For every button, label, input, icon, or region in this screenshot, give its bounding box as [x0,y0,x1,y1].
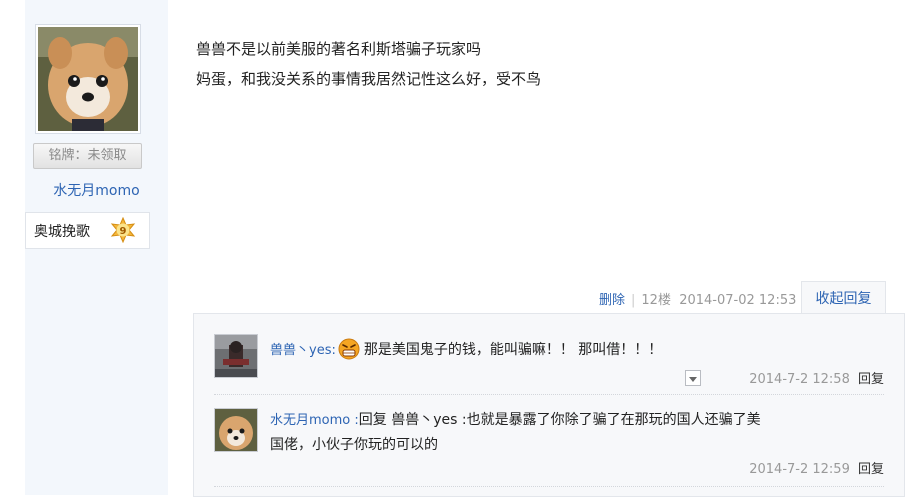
reply-time: 2014-7-2 12:58 [749,372,850,387]
delete-link[interactable]: 删除 [599,293,625,308]
reply-divider [214,394,884,395]
chevron-down-icon[interactable] [685,370,701,386]
level-title: 奥城挽歌 [34,224,90,240]
post-line: 兽兽不是以前美服的著名利斯塔骗子玩家吗 [196,40,482,58]
level-number: 9 [120,226,127,237]
floor-number: 12楼 [641,293,671,308]
avatar[interactable] [35,24,141,134]
reply-divider [214,486,884,487]
angry-face-icon [338,338,360,360]
reply-button[interactable]: 回复 [858,372,884,387]
avatar-image [38,27,138,131]
reply-separator: : [350,413,359,428]
post-line: 妈蛋，和我没关系的事情我居然记性这么好，受不鸟 [196,70,542,88]
reply-text: 那是美国鬼子的钱，能叫骗嘛！！ 那叫借！！！ [363,342,663,358]
reply-meta: 2014-7-2 12:58 回复 [749,368,884,387]
reply-username[interactable]: 水无月momo [270,413,350,428]
collapse-replies-button[interactable]: 收起回复 [801,281,886,314]
reply-separator: : [331,343,336,358]
reply-avatar[interactable] [214,334,258,378]
reply-button[interactable]: 回复 [858,462,884,477]
reply-username[interactable]: 兽兽丶yes [270,343,331,358]
nameplate-badge[interactable]: 铭牌：未领取 [33,143,142,169]
reply-text: :也就是暴露了你除了骗了在那玩的国人还骗了美 [457,412,761,428]
reply-meta: 2014-7-2 12:59 回复 [749,458,884,477]
reply-time: 2014-7-2 12:59 [749,462,850,477]
level-star-icon: 9 [110,216,136,244]
reply-prefix: 回复 [358,412,392,428]
reply-mention[interactable]: 兽兽丶yes [391,412,457,428]
floor-meta: 删除 | 12楼 2014-07-02 12:53 [599,289,796,308]
reply-body: 兽兽丶yes: 那是美国鬼子的钱，能叫骗嘛！！ 那叫借！！！ [270,338,890,363]
level-box[interactable]: 奥城挽歌 9 [25,212,150,249]
reply-panel: 兽兽丶yes: 那是美国鬼子的钱，能叫骗嘛！！ 那叫借！！！ 2014-7-2 … [193,313,905,497]
post-content: 兽兽不是以前美服的著名利斯塔骗子玩家吗 妈蛋，和我没关系的事情我居然记性这么好，… [196,34,541,94]
post-timestamp: 2014-07-02 12:53 [679,293,797,308]
reply-body: 水无月momo :回复 兽兽丶yes :也就是暴露了你除了骗了在那玩的国人还骗了… [270,408,890,457]
reply-text: 国佬，小伙子你玩的可以的 [270,437,438,453]
meta-divider: | [631,293,636,308]
author-name-link[interactable]: 水无月momo [25,180,168,200]
reply-avatar[interactable] [214,408,258,452]
user-sidebar: 铭牌：未领取 水无月momo 奥城挽歌 9 [25,0,168,495]
